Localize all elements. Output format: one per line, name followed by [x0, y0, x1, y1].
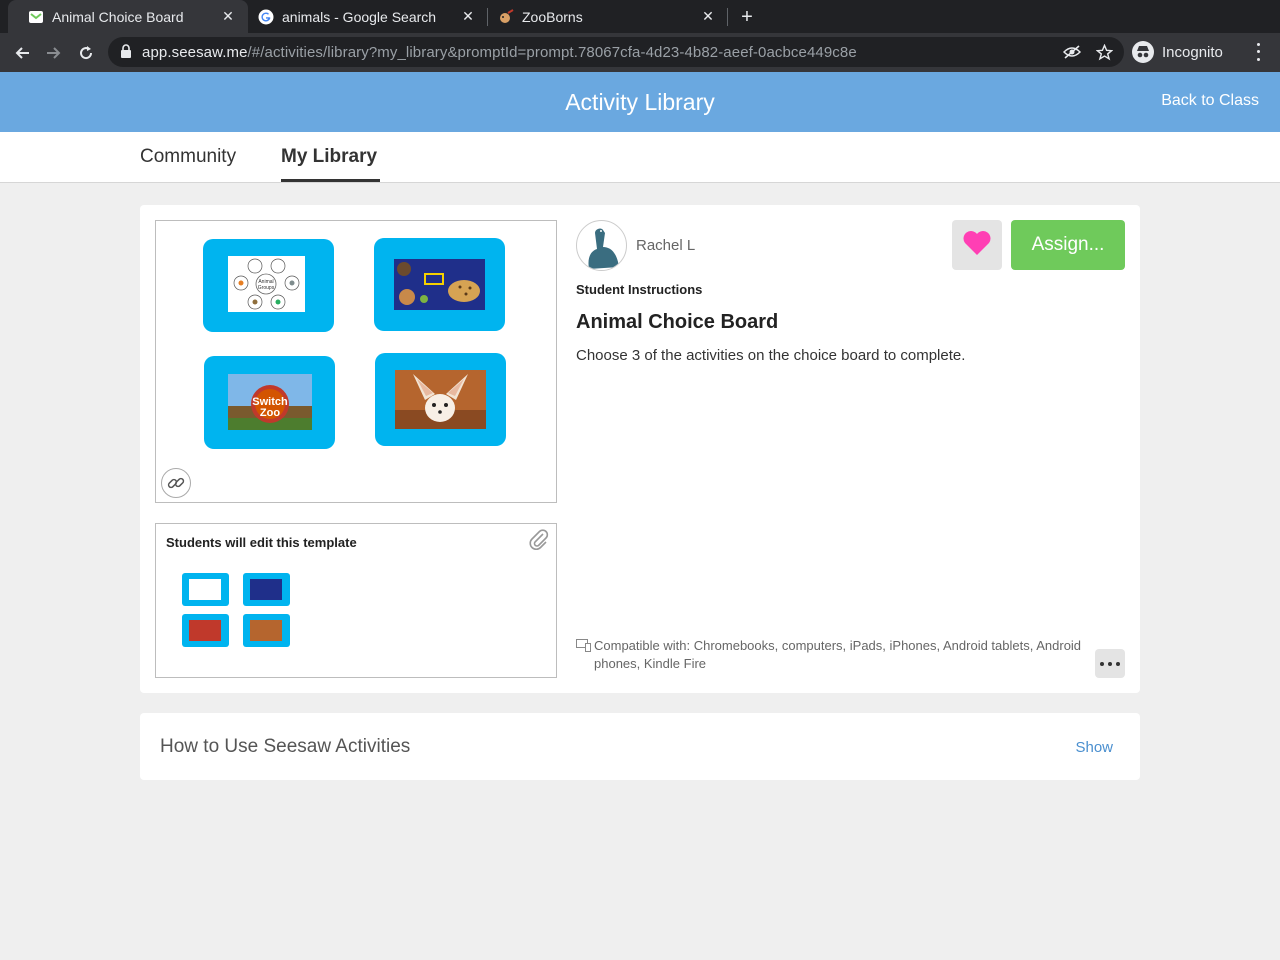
template-thumb-fennec-fox	[243, 614, 290, 647]
template-thumb-animal-groups	[182, 573, 229, 606]
activity-card: Animal Groups Switch Zoo Students will e…	[140, 205, 1140, 693]
heart-icon	[962, 229, 992, 261]
page-title: Activity Library	[565, 89, 715, 115]
tab-separator	[727, 8, 728, 26]
favorite-button[interactable]	[952, 220, 1002, 270]
national-geographic-kids-image	[374, 238, 505, 331]
app-header: Activity Library Back to Class	[0, 72, 1280, 132]
compatibility-text: Compatible with: Chromebooks, computers,…	[594, 638, 1082, 671]
paperclip-icon	[528, 529, 550, 556]
browser-tab-google-search[interactable]: animals - Google Search ✕	[248, 0, 488, 33]
back-arrow-icon[interactable]	[8, 39, 36, 67]
more-options-button[interactable]	[1095, 649, 1125, 678]
url-host: app.seesaw.me	[142, 44, 248, 61]
template-box[interactable]: Students will edit this template	[155, 523, 557, 678]
incognito-indicator[interactable]: Incognito	[1132, 38, 1223, 66]
template-thumb-natgeo	[243, 573, 290, 606]
template-thumb-switch-zoo	[182, 614, 229, 647]
svg-text:Zoo: Zoo	[260, 407, 280, 419]
tab-title: animals - Google Search	[282, 8, 437, 25]
zooborns-icon	[498, 8, 514, 25]
author-name[interactable]: Rachel L	[636, 237, 695, 254]
browser-tab-zooborns[interactable]: ZooBorns ✕	[488, 0, 728, 33]
incognito-icon	[1132, 41, 1154, 63]
template-label: Students will edit this template	[166, 535, 357, 550]
how-to-title: How to Use Seesaw Activities	[160, 736, 411, 757]
assign-button[interactable]: Assign...	[1011, 220, 1125, 270]
tab-title: ZooBorns	[522, 8, 583, 25]
back-to-class-link[interactable]: Back to Class	[1161, 92, 1259, 110]
how-to-section: How to Use Seesaw Activities Show	[140, 713, 1140, 780]
seesaw-icon	[28, 9, 44, 25]
library-tabs: Community My Library	[0, 132, 1280, 183]
show-link[interactable]: Show	[1075, 739, 1113, 756]
close-icon[interactable]: ✕	[220, 8, 236, 25]
activity-title: Animal Choice Board	[576, 311, 779, 333]
activity-description: Choose 3 of the activities on the choice…	[576, 347, 966, 364]
devices-icon	[576, 637, 594, 673]
url-path: /#/activities/library?my_library&promptI…	[247, 44, 857, 61]
reload-icon[interactable]	[72, 39, 100, 67]
avatar[interactable]	[576, 220, 627, 271]
browser-toolbar: app.seesaw.me/#/activities/library?my_li…	[0, 33, 1280, 72]
fennec-fox-image	[375, 353, 506, 446]
incognito-label: Incognito	[1162, 43, 1223, 61]
forward-arrow-icon[interactable]	[40, 39, 68, 67]
browser-tab-bar: Animal Choice Board ✕ animals - Google S…	[0, 0, 1280, 33]
close-icon[interactable]: ✕	[700, 8, 716, 25]
lock-icon	[120, 44, 132, 64]
switch-zoo-image: Switch Zoo	[204, 356, 335, 449]
activity-preview[interactable]: Animal Groups Switch Zoo	[155, 220, 557, 503]
browser-tab-animal-choice-board[interactable]: Animal Choice Board ✕	[8, 0, 248, 33]
svg-text:Groups: Groups	[258, 285, 275, 291]
close-icon[interactable]: ✕	[460, 8, 476, 25]
new-tab-icon[interactable]: +	[736, 6, 758, 28]
link-icon[interactable]	[161, 468, 191, 498]
address-bar[interactable]: app.seesaw.me/#/activities/library?my_li…	[108, 37, 1124, 67]
compatibility-note: Compatible with: Chromebooks, computers,…	[576, 637, 1096, 673]
browser-menu-icon[interactable]	[1248, 41, 1268, 63]
active-tab-indicator	[281, 179, 380, 182]
tab-community[interactable]: Community	[140, 146, 236, 168]
tab-title: Animal Choice Board	[52, 8, 184, 25]
google-icon	[258, 9, 274, 25]
tab-my-library[interactable]: My Library	[281, 146, 377, 168]
star-icon[interactable]	[1095, 43, 1113, 61]
animal-groups-image: Animal Groups	[203, 239, 334, 332]
eye-off-icon[interactable]	[1063, 43, 1081, 61]
student-instructions-label: Student Instructions	[576, 282, 703, 297]
url-text: app.seesaw.me/#/activities/library?my_li…	[142, 44, 857, 61]
